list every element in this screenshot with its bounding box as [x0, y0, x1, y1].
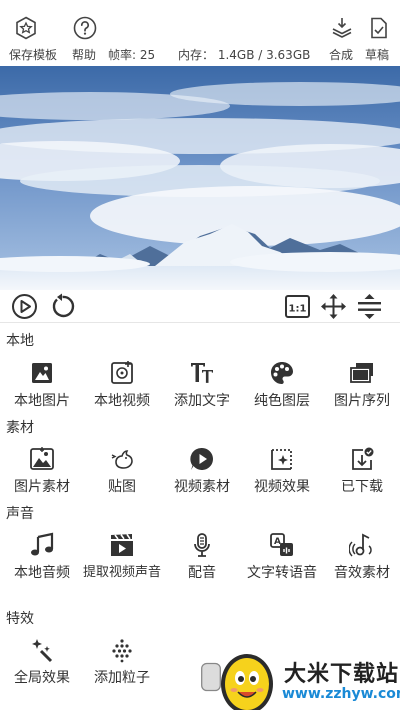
downloaded-button[interactable]: 已下载	[322, 446, 400, 496]
help-label[interactable]: 帮助	[72, 46, 96, 63]
video-material-label: 视频素材	[174, 479, 230, 495]
frame-rate-text: 帧率: 25	[108, 48, 156, 62]
sound-tools-row: 本地音频 提取视频声音 配音 A 文字转语音 音效素材	[0, 532, 400, 602]
local-video-button[interactable]: 本地视频	[82, 360, 162, 410]
clapper-icon	[109, 532, 135, 558]
playback-controls: 1:1	[0, 290, 400, 323]
local-audio-label: 本地音频	[14, 565, 70, 581]
text-icon	[189, 360, 215, 386]
video-effect-button[interactable]: 视频效果	[242, 446, 322, 496]
extract-video-audio-label: 提取视频声音	[82, 565, 161, 580]
save-template-button[interactable]	[14, 16, 38, 44]
mascot-logo	[221, 654, 273, 710]
help-button[interactable]	[73, 16, 97, 44]
svg-text:1:1: 1:1	[289, 304, 307, 315]
aspect-ratio-icon[interactable]: 1:1	[284, 293, 311, 320]
star-hexagon-icon	[14, 16, 38, 44]
memory-text: 内存： 1.4GB / 3.63GB	[178, 48, 311, 62]
add-particles-label: 添加粒子	[94, 670, 150, 686]
image-material-label: 图片素材	[14, 479, 70, 495]
compose-button[interactable]	[330, 16, 354, 44]
watermark-text: 大米下载站	[284, 662, 400, 687]
sticker-button[interactable]: 贴图	[82, 446, 162, 496]
text-to-speech-icon: A	[269, 532, 295, 558]
draft-label[interactable]: 草稿	[365, 46, 389, 63]
extract-video-audio-button[interactable]: 提取视频声音	[82, 532, 162, 582]
sound-effect-label: 音效素材	[334, 565, 390, 581]
compose-icon	[330, 16, 354, 44]
add-text-button[interactable]: 添加文字	[162, 360, 242, 410]
fit-height-icon[interactable]	[356, 293, 383, 320]
sparkle-wand-icon	[29, 637, 55, 663]
video-add-icon	[109, 360, 135, 386]
add-text-label: 添加文字	[174, 393, 230, 409]
local-audio-button[interactable]: 本地音频	[2, 532, 82, 582]
solid-color-layer-label: 纯色图层	[254, 393, 310, 409]
image-material-button[interactable]: 图片素材	[2, 446, 82, 496]
local-tools-row: 本地图片 本地视频 添加文字 纯色图层 图片序列	[0, 360, 400, 430]
downloaded-label: 已下载	[341, 479, 383, 495]
section-title-sound: 声音	[6, 506, 34, 522]
video-preview[interactable]	[0, 66, 400, 290]
draft-icon	[367, 16, 391, 44]
video-material-icon	[189, 446, 215, 472]
global-effect-button[interactable]: 全局效果	[2, 637, 82, 687]
section-title-local: 本地	[6, 333, 34, 349]
image-sequence-button[interactable]: 图片序列	[322, 360, 400, 410]
material-tools-row: 图片素材 贴图 视频素材 视频效果 已下载	[0, 446, 400, 516]
downloaded-icon	[349, 446, 375, 472]
section-title-material: 素材	[6, 420, 34, 436]
move-icon[interactable]	[320, 293, 347, 320]
palette-icon	[269, 360, 295, 386]
top-toolbar: 保存模板 帮助 帧率: 25 内存： 1.4GB / 3.63GB 合成 草稿	[0, 0, 400, 66]
sticker-icon	[109, 446, 135, 472]
solid-color-layer-button[interactable]: 纯色图层	[242, 360, 322, 410]
section-title-effects: 特效	[6, 611, 34, 627]
video-material-button[interactable]: 视频素材	[162, 446, 242, 496]
watermark-url: www.zzhyw.com	[282, 686, 400, 702]
local-video-label: 本地视频	[94, 393, 150, 409]
global-effect-label: 全局效果	[14, 670, 70, 686]
image-icon	[29, 360, 55, 386]
compose-label[interactable]: 合成	[329, 46, 353, 63]
play-icon[interactable]	[11, 293, 38, 320]
text-to-speech-label: 文字转语音	[247, 565, 317, 581]
add-particles-button[interactable]: 添加粒子	[82, 637, 162, 687]
music-note-icon	[29, 532, 55, 558]
draft-button[interactable]	[367, 16, 391, 44]
particles-icon	[109, 637, 135, 663]
sound-effect-button[interactable]: 音效素材	[322, 532, 400, 582]
local-image-button[interactable]: 本地图片	[2, 360, 82, 410]
replay-icon[interactable]	[49, 293, 76, 320]
sticker-label: 贴图	[108, 479, 136, 495]
video-effect-icon	[269, 446, 295, 472]
help-icon	[73, 16, 97, 44]
local-image-label: 本地图片	[14, 393, 70, 409]
sound-effect-icon	[349, 532, 375, 558]
preview-image	[0, 66, 400, 290]
image-sequence-label: 图片序列	[334, 393, 390, 409]
save-template-label[interactable]: 保存模板	[9, 46, 57, 63]
photo-material-icon	[29, 446, 55, 472]
watermark: 大米下载站 www.zzhyw.com	[200, 652, 400, 710]
microphone-icon	[189, 532, 215, 558]
image-sequence-icon	[349, 360, 375, 386]
dubbing-button[interactable]: 配音	[162, 532, 242, 582]
text-to-speech-button[interactable]: A 文字转语音	[242, 532, 322, 582]
video-effect-label: 视频效果	[254, 479, 310, 495]
dubbing-label: 配音	[188, 565, 216, 581]
svg-text:A: A	[274, 537, 281, 547]
